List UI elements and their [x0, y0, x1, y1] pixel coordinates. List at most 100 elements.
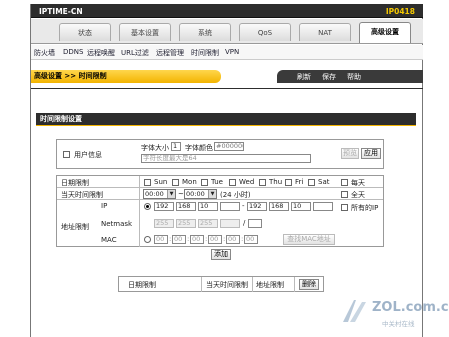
time-separator: ~	[178, 190, 184, 198]
mac-radio[interactable]	[144, 236, 151, 243]
date-limit-label: 日期限制	[61, 179, 89, 187]
font-size-input[interactable]: 1	[171, 142, 181, 151]
mac-separator: :	[223, 235, 226, 243]
netmask-octet-3[interactable]: 255	[198, 219, 218, 228]
help-button[interactable]: 帮助	[347, 72, 361, 82]
mac-label: MAC	[101, 236, 117, 244]
mac-separator: :	[169, 235, 172, 243]
day-label-wed: Wed	[239, 178, 255, 186]
mac-byte-1[interactable]: 00	[154, 235, 168, 244]
tab-advanced-settings[interactable]: 高级设置	[359, 22, 411, 43]
day-label-tue: Tue	[211, 178, 223, 186]
netmask-slash: /	[243, 219, 246, 227]
subnav-remote-management[interactable]: 远程管理	[156, 48, 184, 58]
mac-byte-4[interactable]: 00	[208, 235, 222, 244]
subnav-wake-on-lan[interactable]: 远程唤醒	[87, 48, 115, 58]
ip-radio[interactable]	[144, 203, 151, 210]
font-size-label: 字体大小	[141, 144, 169, 152]
tab-nat[interactable]: NAT	[299, 23, 351, 41]
refresh-button[interactable]: 刷新	[297, 72, 311, 82]
tab-system[interactable]: 系统	[179, 23, 231, 41]
day-label-mon: Mon	[182, 178, 197, 186]
all-ip-checkbox[interactable]	[341, 204, 348, 211]
end-time-value: 00:00	[186, 190, 205, 198]
subnav-ddns[interactable]: DDNS	[63, 48, 83, 56]
subnav-firewall[interactable]: 防火墙	[34, 48, 55, 58]
delete-button[interactable]: 删除	[299, 279, 319, 290]
mac-byte-2[interactable]: 00	[172, 235, 186, 244]
address-limit-label: 地址限制	[61, 223, 89, 231]
chevron-down-icon: ▼	[167, 190, 175, 198]
section-title: 时间限制设置	[36, 113, 416, 125]
everyday-label: 每天	[351, 179, 365, 187]
user-info-text-input[interactable]: 字符长度最大是64	[141, 154, 311, 163]
netmask-octet-2[interactable]: 255	[176, 219, 196, 228]
ip-end-octet-3[interactable]: 10	[291, 202, 311, 211]
save-button[interactable]: 保存	[322, 72, 336, 82]
model-name: IP0418	[385, 7, 415, 16]
day-checkbox-thu[interactable]	[259, 179, 266, 186]
netmask-prefix-input[interactable]	[248, 219, 262, 228]
ip-end-octet-1[interactable]: 192	[247, 202, 267, 211]
add-button[interactable]: 添加	[211, 249, 231, 260]
ip-start-octet-4[interactable]	[220, 202, 240, 211]
allday-checkbox[interactable]	[341, 191, 348, 198]
day-checkbox-tue[interactable]	[201, 179, 208, 186]
brand-name: IPTIME-CN	[39, 7, 83, 16]
everyday-checkbox[interactable]	[341, 179, 348, 186]
mac-byte-6[interactable]: 00	[244, 235, 258, 244]
all-ip-label: 所有的IP	[351, 204, 379, 212]
subnav-vpn[interactable]: VPN	[225, 48, 239, 56]
font-color-input[interactable]: #000000	[214, 142, 244, 151]
breadcrumb-bar: 高级设置 >> 时间限制 刷新 保存 帮助	[31, 70, 423, 83]
day-checkbox-mon[interactable]	[172, 179, 179, 186]
find-mac-button[interactable]: 查找MAC地址	[283, 234, 335, 245]
time-limit-label: 当天时间限制	[61, 191, 103, 199]
netmask-octet-4[interactable]	[220, 219, 240, 228]
mac-byte-3[interactable]: 00	[190, 235, 204, 244]
day-checkbox-sat[interactable]	[308, 179, 315, 186]
column-divider	[252, 277, 253, 292]
ip-start-octet-1[interactable]: 192	[154, 202, 174, 211]
mac-separator: :	[187, 235, 190, 243]
zol-logo-icon	[343, 300, 366, 322]
tab-qos[interactable]: QoS	[239, 23, 291, 41]
watermark-subtitle: 中关村在线	[382, 320, 415, 328]
column-divider	[139, 176, 140, 247]
divider	[31, 88, 423, 89]
table-header-date-limit: 日期限制	[128, 281, 156, 289]
tab-basic-settings[interactable]: 基本设置	[119, 23, 171, 41]
table-header-address-limit: 地址限制	[256, 281, 284, 289]
end-time-select[interactable]: 00:00 ▼	[184, 189, 217, 199]
day-label-fri: Fri	[295, 178, 304, 186]
column-divider	[294, 277, 295, 292]
day-checkbox-fri[interactable]	[285, 179, 292, 186]
user-info-checkbox[interactable]	[63, 151, 70, 158]
rule-list-table: 日期限制 当天时间限制 地址限制 删除	[118, 276, 324, 292]
ip-start-octet-2[interactable]: 168	[176, 202, 196, 211]
mac-separator: :	[205, 235, 208, 243]
day-label-thu: Thu	[269, 178, 283, 186]
section-underline	[36, 125, 416, 126]
start-time-select[interactable]: 00:00 ▼	[143, 189, 176, 199]
mac-byte-5[interactable]: 00	[226, 235, 240, 244]
mac-separator: :	[241, 235, 244, 243]
ip-end-octet-2[interactable]: 168	[269, 202, 289, 211]
tab-status[interactable]: 状态	[59, 23, 111, 41]
brand-bar: IPTIME-CN IP0418	[31, 4, 423, 18]
user-info-box: 用户信息 字体大小 1 字体颜色 #000000 字符长度最大是64 预览 应用	[56, 139, 384, 169]
netmask-label: Netmask	[101, 220, 133, 228]
apply-button[interactable]: 应用	[361, 148, 381, 159]
font-color-label: 字体颜色	[185, 144, 213, 152]
subnav-time-limit[interactable]: 时间限制	[191, 48, 219, 58]
ip-start-octet-3[interactable]: 10	[198, 202, 218, 211]
ip-end-octet-4[interactable]	[313, 202, 333, 211]
preview-button[interactable]: 预览	[341, 148, 359, 159]
netmask-octet-1[interactable]: 255	[154, 219, 174, 228]
day-checkbox-wed[interactable]	[229, 179, 236, 186]
day-checkbox-sun[interactable]	[144, 179, 151, 186]
sub-navigation: 防火墙 DDNS 远程唤醒 URL过滤 远程管理 时间限制 VPN	[31, 45, 423, 60]
watermark-site: ZOL.com.cn	[372, 300, 449, 315]
user-info-label: 用户信息	[74, 151, 102, 159]
subnav-url-filter[interactable]: URL过滤	[121, 48, 149, 58]
